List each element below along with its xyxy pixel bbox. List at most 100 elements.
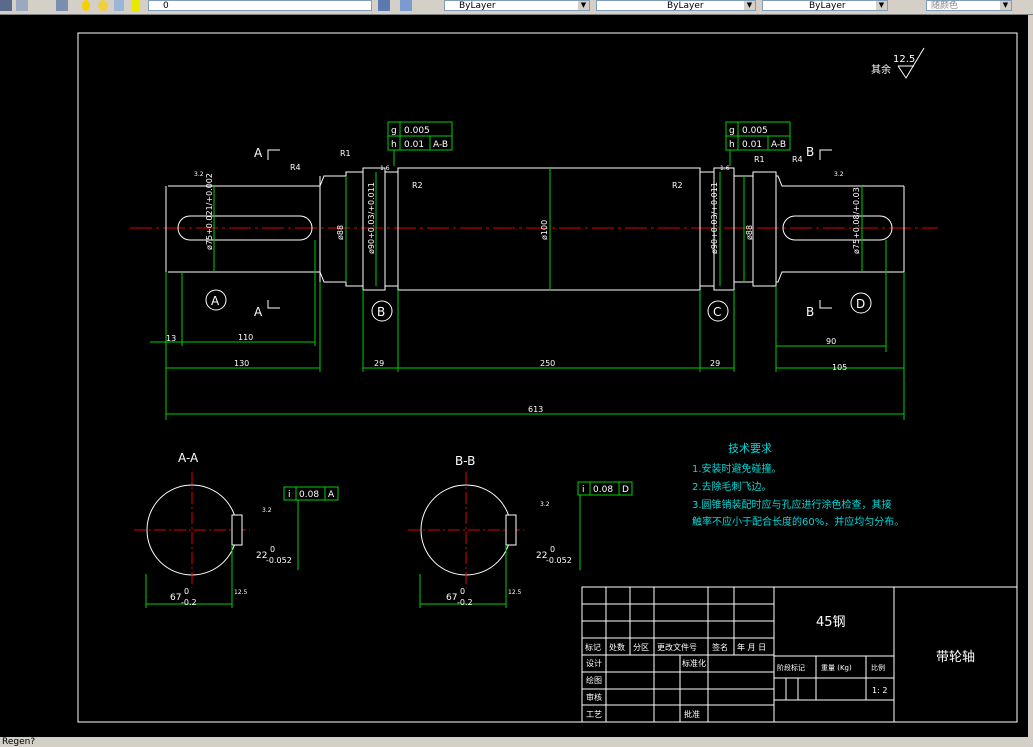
r2-left: R2 bbox=[412, 181, 423, 190]
datum-c: C bbox=[713, 305, 721, 319]
drawing-canvas[interactable]: 其余 12.5 13 110 130 29 250 29 90 105 613 … bbox=[0, 15, 1033, 737]
dim-29-left: 29 bbox=[374, 359, 384, 368]
chevron-down-icon: ▼ bbox=[1000, 1, 1011, 10]
lightbulb-icon[interactable] bbox=[82, 0, 90, 11]
app-icon[interactable] bbox=[0, 0, 12, 11]
layer-previous-icon[interactable] bbox=[400, 0, 412, 11]
tb-header-docno: 更改文件号 bbox=[657, 642, 697, 652]
print-icon[interactable] bbox=[16, 0, 28, 11]
linetype-combo[interactable]: ByLayer ▼ bbox=[596, 0, 756, 11]
chevron-down-icon: ▼ bbox=[876, 1, 887, 10]
tb-weight: 重量 (Kg) bbox=[821, 664, 852, 672]
vertical-scrollbar[interactable] bbox=[1028, 15, 1033, 737]
bb-tol-val: 0.08 bbox=[593, 485, 613, 495]
technical-requirements: 技术要求 1.安装时避免碰撞。 2.去除毛刺飞边。 3.圆锥销装配时应与孔应进行… bbox=[692, 442, 904, 528]
bb-tol-ref: D bbox=[622, 485, 629, 495]
dim-130: 130 bbox=[234, 359, 249, 368]
aa-tol-sym: i bbox=[288, 490, 291, 500]
dim-110: 110 bbox=[238, 333, 253, 342]
tol-left-val1: 0.005 bbox=[404, 126, 430, 136]
tb-design: 设计 bbox=[586, 658, 602, 668]
tb-header-date: 年 月 日 bbox=[737, 642, 766, 652]
sun-icon[interactable] bbox=[98, 0, 108, 11]
aa-depth-lower: -0.052 bbox=[266, 556, 292, 565]
tb-header-zone: 分区 bbox=[633, 643, 649, 652]
dimension-lines bbox=[150, 168, 905, 420]
roughness-value: 12.5 bbox=[893, 54, 915, 65]
dia-right-bearing: ø90+0.03/+0.011 bbox=[710, 182, 719, 254]
drawing-svg: 其余 12.5 13 110 130 29 250 29 90 105 613 … bbox=[77, 32, 1018, 723]
surface-mark-1: 3.2 bbox=[194, 171, 204, 178]
dimension-texts: 13 110 130 29 250 29 90 105 613 ø75+0.02… bbox=[166, 173, 861, 414]
shaft-outline bbox=[165, 167, 905, 291]
tb-drawing: 绘图 bbox=[586, 675, 602, 685]
tol-right-val2: 0.01 bbox=[742, 140, 762, 150]
plotstyle-combo[interactable]: 随颜色 ▼ bbox=[926, 0, 1012, 11]
datum-d: D bbox=[856, 297, 865, 311]
linetype-value: ByLayer bbox=[667, 1, 704, 11]
tolerance-frame-left: g 0.005 h 0.01 A-B bbox=[387, 121, 453, 166]
tol-right-val1: 0.005 bbox=[742, 126, 768, 136]
dia-left-bearing: ø90+0.03/+0.011 bbox=[367, 182, 376, 254]
tech-req-title: 技术要求 bbox=[728, 442, 772, 455]
color-swatch-icon[interactable] bbox=[132, 0, 140, 11]
dia-left-shoulder: ø88 bbox=[336, 225, 345, 240]
dim-250: 250 bbox=[540, 359, 555, 368]
aa-rough-right: 12.5 bbox=[234, 589, 248, 596]
tb-header-sign: 签名 bbox=[712, 642, 728, 652]
layer-manager-icon[interactable] bbox=[56, 0, 68, 11]
tech-req-item-1: 1.安装时避免碰撞。 bbox=[692, 462, 782, 475]
command-line[interactable]: Regen? bbox=[0, 737, 1033, 747]
aa-width-nominal: 67 bbox=[170, 593, 181, 603]
aa-rough-left: 3.2 bbox=[262, 507, 272, 514]
lineweight-value: ByLayer bbox=[809, 1, 846, 11]
dia-right-shoulder: ø88 bbox=[745, 225, 754, 240]
tech-req-item-3: 3.圆锥销装配时应与孔应进行涂色检查，其接 bbox=[692, 498, 892, 511]
section-a-bottom: A bbox=[254, 305, 263, 319]
dim-613: 613 bbox=[528, 405, 543, 414]
aa-width-lower: -0.2 bbox=[181, 598, 197, 607]
dim-105: 105 bbox=[832, 363, 847, 372]
dia-right-end: ø75+0.08/+0.03 bbox=[852, 187, 861, 254]
bb-rough-right: 12.5 bbox=[508, 589, 522, 596]
tol-left-val2: 0.01 bbox=[404, 140, 424, 150]
section-b-top: B bbox=[806, 145, 814, 159]
dia-left-end: ø75+0.021/+0.002 bbox=[205, 173, 214, 250]
layer-combo[interactable]: 0 bbox=[148, 0, 372, 11]
bb-width-upper: 0 bbox=[460, 587, 465, 596]
section-bb-view: B-B i 0.08 D 22 0 -0.052 67 0 -0.2 3.2 1… bbox=[408, 454, 633, 608]
surface-mark-4: 3.2 bbox=[834, 171, 844, 178]
section-b-bottom: B bbox=[806, 305, 814, 319]
layer-lock-icon[interactable] bbox=[114, 0, 124, 11]
tb-stage-mark: 阶段标记 bbox=[777, 663, 805, 672]
surface-mark-2: 1.6 bbox=[380, 165, 390, 172]
tol-left-sym1: g bbox=[391, 126, 397, 136]
roughness-prefix: 其余 bbox=[871, 63, 891, 76]
datum-circles: A B C D bbox=[205, 289, 872, 322]
section-bb-title: B-B bbox=[455, 454, 475, 468]
datum-a: A bbox=[211, 294, 220, 308]
tb-scale-value: 1: 2 bbox=[872, 686, 887, 695]
roughness-note: 其余 12.5 bbox=[871, 47, 925, 79]
r1-left: R1 bbox=[340, 149, 351, 158]
tb-process: 工艺 bbox=[586, 710, 602, 719]
title-block-texts: 45钢 带轮轴 标记 处数 分区 更改文件号 签名 年 月 日 设计 标准化 绘… bbox=[585, 615, 975, 719]
tb-header-mark: 标记 bbox=[585, 642, 601, 652]
drawing-frame bbox=[77, 32, 1018, 723]
bb-width-nominal: 67 bbox=[446, 593, 457, 603]
tol-left-sym2: h bbox=[391, 140, 397, 150]
tech-req-item-2: 2.去除毛刺飞边。 bbox=[692, 480, 772, 493]
bb-tol-sym: i bbox=[582, 485, 585, 495]
color-combo[interactable]: ByLayer ▼ bbox=[444, 0, 590, 11]
bb-depth-lower: -0.052 bbox=[546, 556, 572, 565]
make-object-layer-current-icon[interactable] bbox=[378, 0, 390, 11]
tb-header-count: 处数 bbox=[609, 642, 625, 652]
tb-material: 45钢 bbox=[816, 615, 846, 630]
r4-left: R4 bbox=[290, 163, 301, 172]
section-a-top: A bbox=[254, 146, 263, 160]
lineweight-combo[interactable]: ByLayer ▼ bbox=[762, 0, 888, 11]
r2-right: R2 bbox=[672, 181, 683, 190]
command-prompt: Regen? bbox=[2, 737, 36, 747]
tol-right-sym2: h bbox=[729, 140, 735, 150]
tol-right-ref2: A-B bbox=[771, 140, 786, 150]
